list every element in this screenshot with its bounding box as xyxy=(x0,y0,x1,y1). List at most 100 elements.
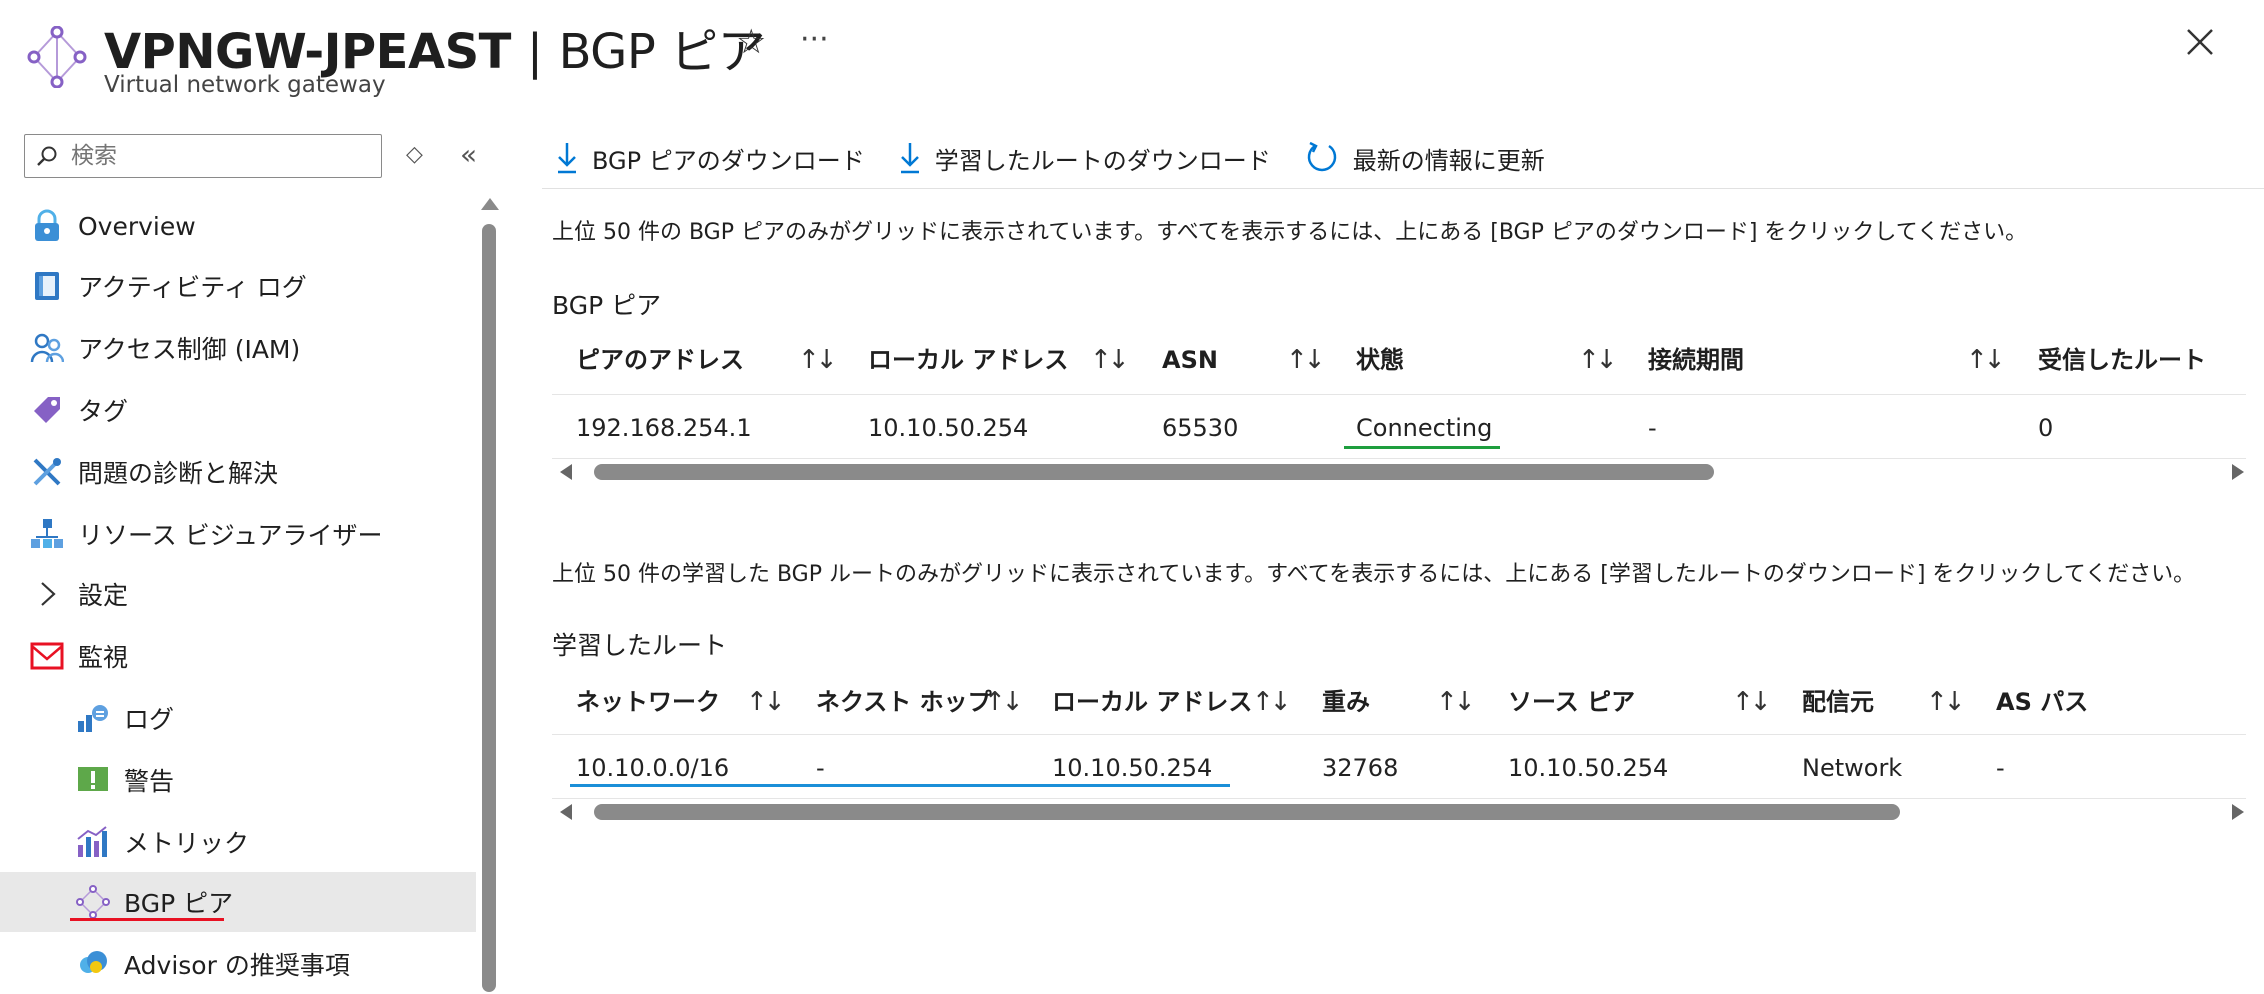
table-row-divider xyxy=(552,458,2246,459)
sort-arrows-icon[interactable]: ↑↓ xyxy=(1578,328,1618,392)
logs-icon xyxy=(78,705,108,732)
column-header-local-address[interactable]: ローカル アドレス xyxy=(1052,670,1252,734)
download-bgp-peers-label: BGP ピアのダウンロード xyxy=(592,146,865,175)
cell-as-path: - xyxy=(1996,754,2005,782)
sort-arrows-icon[interactable]: ↑↓ xyxy=(1926,670,1966,734)
download-icon xyxy=(900,143,919,174)
wrench-icon xyxy=(33,458,61,486)
scroll-up-arrow-icon[interactable] xyxy=(481,198,499,210)
search-input[interactable] xyxy=(69,137,373,175)
learned-routes-note: 上位 50 件の学習した BGP ルートのみがグリッドに表示されています。すべて… xyxy=(552,562,2196,587)
sidebar-item-label: Overview xyxy=(78,211,196,241)
bgp-peers-note: 上位 50 件の BGP ピアのみがグリッドに表示されています。すべてを表示する… xyxy=(552,220,2028,245)
column-header-status[interactable]: 状態 xyxy=(1356,328,1404,392)
scroll-right-arrow-icon[interactable] xyxy=(2232,804,2244,820)
column-header-origin[interactable]: 配信元 xyxy=(1802,670,1874,734)
sidebar-item-label: BGP ピア xyxy=(124,889,234,918)
column-header-as-path[interactable]: AS パス xyxy=(1996,670,2088,734)
refresh-button[interactable]: 最新の情報に更新 xyxy=(1305,141,1545,176)
sort-arrows-icon[interactable]: ↑↓ xyxy=(1966,328,2006,392)
sidebar-item-advisor[interactable]: Advisor の推奨事項 xyxy=(0,934,476,994)
sidebar-item-iam[interactable]: アクセス制御 (IAM) xyxy=(0,318,476,378)
scroll-thumb[interactable] xyxy=(594,804,1900,820)
learned-routes-horizontal-scrollbar[interactable] xyxy=(552,800,2246,824)
sidebar-item-tags[interactable]: タグ xyxy=(0,380,476,440)
scroll-left-arrow-icon[interactable] xyxy=(560,804,572,820)
scroll-right-arrow-icon[interactable] xyxy=(2232,464,2244,480)
column-header-peer-address[interactable]: ピアのアドレス xyxy=(576,328,744,392)
sort-arrows-icon[interactable]: ↑↓ xyxy=(1436,670,1476,734)
sidebar-item-logs[interactable]: ログ xyxy=(0,688,476,748)
column-header-routes-received[interactable]: 受信したルート xyxy=(2038,328,2206,392)
sidebar-item-label: 監視 xyxy=(78,643,129,672)
sidebar-item-metrics[interactable]: メトリック xyxy=(0,812,476,872)
sort-toggle-icon[interactable]: ◇ xyxy=(406,142,423,167)
sidebar-item-label: アクティビティ ログ xyxy=(78,273,307,302)
cell-origin: Network xyxy=(1802,754,1903,782)
download-learned-routes-label: 学習したルートのダウンロード xyxy=(934,146,1271,175)
sidebar-scroll-thumb[interactable] xyxy=(482,224,496,992)
sidebar-item-label: ログ xyxy=(124,705,175,734)
sidebar-item-settings[interactable]: 設定 xyxy=(0,564,476,624)
download-icon xyxy=(558,143,576,174)
cell-network: 10.10.0.0/16 xyxy=(576,754,730,782)
bgp-peers-horizontal-scrollbar[interactable] xyxy=(552,460,2246,484)
download-bgp-peers-button[interactable]: BGP ピアのダウンロード xyxy=(556,141,865,176)
sidebar-item-diagnose[interactable]: 問題の診断と解決 xyxy=(0,442,476,502)
table-header-divider xyxy=(552,734,2246,735)
scroll-left-arrow-icon[interactable] xyxy=(560,464,572,480)
sort-arrows-icon[interactable]: ↑↓ xyxy=(746,670,786,734)
sort-arrows-icon[interactable]: ↑↓ xyxy=(1286,328,1326,392)
sidebar-item-label: リソース ビジュアライザー xyxy=(78,521,383,550)
column-header-local-address[interactable]: ローカル アドレス xyxy=(868,328,1068,392)
sidebar-item-activity-log[interactable]: アクティビティ ログ xyxy=(0,256,476,316)
sidebar-item-label: 設定 xyxy=(78,581,129,610)
sidebar-search[interactable] xyxy=(24,134,382,178)
column-header-connected-duration[interactable]: 接続期間 xyxy=(1648,328,1744,392)
bgp-peers-section-title: BGP ピア xyxy=(552,291,662,320)
more-options-button[interactable]: ··· xyxy=(800,22,829,57)
sidebar-item-label: メトリック xyxy=(124,829,250,858)
bgp-peer-icon xyxy=(76,885,110,919)
column-header-next-hop[interactable]: ネクスト ホップ xyxy=(816,670,992,734)
table-row-divider xyxy=(552,798,2246,799)
cell-local-address: 10.10.50.254 xyxy=(1052,754,1213,782)
sort-arrows-icon[interactable]: ↑↓ xyxy=(1090,328,1130,392)
download-learned-routes-button[interactable]: 学習したルートのダウンロード xyxy=(899,141,1271,176)
cell-local-address: 10.10.50.254 xyxy=(868,414,1029,442)
cell-peer-address: 192.168.254.1 xyxy=(576,414,752,442)
close-icon[interactable] xyxy=(2182,24,2218,60)
favorite-star-icon[interactable]: ☆ xyxy=(736,22,766,62)
sidebar-item-monitoring[interactable]: 監視 xyxy=(0,626,476,686)
command-bar: BGP ピアのダウンロード 学習したルートのダウンロード 最新の情報に更新 xyxy=(556,136,1579,180)
sort-arrows-icon[interactable]: ↑↓ xyxy=(798,328,838,392)
overview-icon xyxy=(35,209,59,241)
column-header-weight[interactable]: 重み xyxy=(1322,670,1370,734)
iam-icon xyxy=(30,333,64,363)
advisor-icon xyxy=(80,951,107,973)
collapse-sidebar-icon[interactable]: « xyxy=(460,138,477,171)
activity-log-icon xyxy=(35,272,59,300)
sort-arrows-icon[interactable]: ↑↓ xyxy=(984,670,1024,734)
search-icon xyxy=(37,146,57,166)
chevron-right-icon xyxy=(41,582,56,606)
sidebar-item-resource-visualizer[interactable]: リソース ビジュアライザー xyxy=(0,504,476,564)
sidebar-item-label: タグ xyxy=(78,397,129,426)
alerts-icon xyxy=(78,767,108,791)
sort-arrows-icon[interactable]: ↑↓ xyxy=(1732,670,1772,734)
bgp-peers-highlight-underline xyxy=(70,918,224,921)
sidebar-item-bgp-peers[interactable]: BGP ピア xyxy=(0,872,476,932)
column-header-asn[interactable]: ASN xyxy=(1162,328,1218,392)
refresh-icon xyxy=(1307,141,1336,172)
column-header-network[interactable]: ネットワーク xyxy=(576,670,720,734)
sidebar-item-alerts[interactable]: 警告 xyxy=(0,750,476,810)
cell-source-peer: 10.10.50.254 xyxy=(1508,754,1669,782)
sort-arrows-icon[interactable]: ↑↓ xyxy=(1252,670,1292,734)
column-header-source-peer[interactable]: ソース ピア xyxy=(1508,670,1635,734)
sidebar-item-overview[interactable]: Overview xyxy=(0,196,476,256)
title-separator: | xyxy=(526,24,543,80)
command-bar-divider xyxy=(542,188,2264,189)
route-highlight-underline xyxy=(570,784,1230,787)
scroll-thumb[interactable] xyxy=(594,464,1714,480)
tag-icon xyxy=(34,397,60,423)
